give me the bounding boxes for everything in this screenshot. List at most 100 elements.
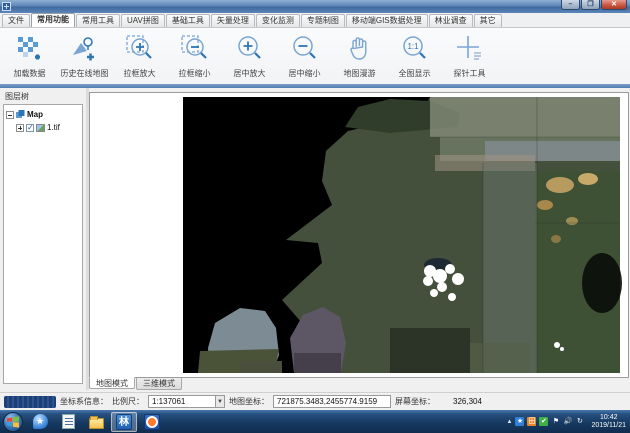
taskbar-app-explorer[interactable] — [83, 412, 109, 432]
tray-sync-icon[interactable]: ↻ — [575, 417, 584, 426]
box-zoom-in-button[interactable]: 拉框放大 — [112, 30, 167, 83]
ribbon-tab-bar: 文件 常用功能 常用工具 UAV拼图 基础工具 矢量处理 变化监测 专题制图 移… — [0, 13, 630, 28]
tool-label: 拉框放大 — [124, 68, 156, 79]
tab-forestry-survey[interactable]: 林业调查 — [429, 14, 473, 27]
load-data-icon — [13, 32, 47, 66]
box-zoom-out-button[interactable]: 拉框缩小 — [167, 30, 222, 83]
load-data-button[interactable]: 加载数据 — [2, 30, 57, 83]
taskbar-app-forestry-gis[interactable]: 林 — [111, 412, 137, 432]
tab-mobile-gis-data[interactable]: 移动端GIS数据处理 — [346, 14, 428, 27]
tab-file[interactable]: 文件 — [2, 14, 30, 27]
screen-coord-value: 326,304 — [453, 397, 482, 406]
screen: – ❐ ✕ 文件 常用功能 常用工具 UAV拼图 基础工具 矢量处理 变化监测 … — [0, 0, 630, 433]
tool-label: 加载数据 — [14, 68, 46, 79]
center-zoom-in-icon — [233, 32, 267, 66]
full-extent-icon: 1:1 — [398, 32, 432, 66]
tool-label: 地图漫游 — [344, 68, 376, 79]
probe-tool-icon — [453, 32, 487, 66]
taskbar-clock[interactable]: 10:42 2019/11/21 — [587, 414, 626, 430]
tree-node-label[interactable]: 1.tif — [47, 123, 60, 132]
tool-label: 拉框缩小 — [179, 68, 211, 79]
folder-icon — [89, 418, 104, 429]
center-zoom-out-icon — [288, 32, 322, 66]
toolbar: 加载数据 历史在线地图 拉框 — [0, 28, 630, 84]
tool-label: 探针工具 — [454, 68, 486, 79]
expand-icon[interactable] — [16, 124, 24, 132]
map-coord-value: 721875.3483,2455774.9159 — [273, 395, 391, 408]
tree-node-layer[interactable]: 1.tif — [16, 122, 80, 133]
box-zoom-out-icon — [178, 32, 212, 66]
star-bubble-icon: ★ — [33, 414, 48, 429]
taskbar-app-notepad[interactable] — [55, 412, 81, 432]
tool-label: 历史在线地图 — [61, 68, 109, 79]
svg-text:1:1: 1:1 — [407, 42, 419, 51]
status-progress-blob — [4, 396, 56, 408]
tab-3d-mode[interactable]: 三维模式 — [136, 378, 182, 390]
map-canvas[interactable] — [89, 92, 629, 378]
tab-uav-mosaic[interactable]: UAV拼图 — [121, 14, 165, 27]
tab-vector-processing[interactable]: 矢量处理 — [211, 14, 255, 27]
tool-label: 居中放大 — [234, 68, 266, 79]
clock-date: 2019/11/21 — [591, 422, 626, 430]
tab-basic-tools[interactable]: 基础工具 — [166, 14, 210, 27]
scale-dropdown-arrow[interactable]: ▼ — [216, 395, 225, 408]
map-coord-label: 地图坐标： — [229, 396, 269, 407]
titlebar: – ❐ ✕ — [0, 0, 630, 13]
tray-volume-icon[interactable]: 🔊 — [563, 417, 572, 426]
minimize-button[interactable]: – — [561, 0, 580, 10]
close-button[interactable]: ✕ — [601, 0, 627, 10]
tree-node-map[interactable]: Map — [6, 109, 80, 120]
tray-orange-app-icon[interactable]: 田 — [527, 417, 536, 426]
tray-action-center-flag-icon[interactable]: ⚑ — [551, 417, 560, 426]
tab-change-monitoring[interactable]: 变化监测 — [256, 14, 300, 27]
layer-tree[interactable]: Map 1.tif — [3, 104, 83, 384]
tray-green-shield-icon[interactable]: ✔ — [539, 417, 548, 426]
scale-label: 比例尺： — [112, 396, 144, 407]
map-pan-button[interactable]: 地图漫游 — [332, 30, 387, 83]
probe-tool-button[interactable]: 探针工具 — [442, 30, 497, 83]
tab-other[interactable]: 其它 — [474, 14, 502, 27]
center-zoom-in-button[interactable]: 居中放大 — [222, 30, 277, 83]
box-zoom-in-icon — [123, 32, 157, 66]
document-icon — [62, 414, 75, 429]
layer-panel: 图层树 Map 1.tif — [0, 88, 86, 390]
layer-panel-title: 图层树 — [0, 88, 86, 104]
screen-coord-label: 屏幕坐标： — [395, 396, 435, 407]
collapse-icon[interactable] — [6, 111, 14, 119]
taskbar-app-messenger[interactable]: ★ — [27, 412, 53, 432]
tool-label: 全图显示 — [399, 68, 431, 79]
tray-star-icon[interactable]: ★ — [515, 417, 524, 426]
tab-thematic-mapping[interactable]: 专题制图 — [301, 14, 345, 27]
maximize-button[interactable]: ❐ — [581, 0, 600, 10]
forestry-app-icon: 林 — [116, 414, 132, 430]
system-tray: ▲ ★ 田 ✔ ⚑ 🔊 ↻ 10:42 2019/11/21 — [507, 414, 630, 430]
tab-map-mode[interactable]: 地图模式 — [89, 377, 135, 389]
window-controls: – ❐ ✕ — [561, 0, 627, 10]
center-zoom-out-button[interactable]: 居中缩小 — [277, 30, 332, 83]
clock-time: 10:42 — [591, 414, 626, 422]
layers-icon — [16, 110, 25, 119]
map-image[interactable] — [90, 93, 628, 377]
app-icon — [2, 2, 11, 11]
raster-layer-icon — [36, 124, 45, 132]
tray-expand-icon[interactable]: ▲ — [507, 419, 513, 425]
tree-node-label[interactable]: Map — [27, 110, 43, 119]
tool-label: 居中缩小 — [289, 68, 321, 79]
coord-system-label: 坐标系信息： — [60, 396, 108, 407]
history-online-map-button[interactable]: 历史在线地图 — [57, 30, 112, 83]
pan-hand-icon — [343, 32, 377, 66]
scale-input[interactable]: 1:137061 — [148, 395, 216, 408]
history-map-icon — [68, 32, 102, 66]
layer-visibility-checkbox[interactable] — [26, 124, 34, 132]
status-bar: 坐标系信息： 比例尺： 1:137061 ▼ 地图坐标： 721875.3483… — [0, 392, 630, 410]
start-button[interactable] — [3, 412, 23, 432]
windows-logo-icon — [7, 416, 19, 428]
workspace: 图层树 Map 1.tif — [0, 88, 630, 392]
full-extent-button[interactable]: 1:1 全图显示 — [387, 30, 442, 83]
tab-common-functions[interactable]: 常用功能 — [31, 13, 75, 27]
tab-common-tools[interactable]: 常用工具 — [76, 14, 120, 27]
taskbar-app-o[interactable] — [139, 412, 165, 432]
map-mode-tab-bar: 地图模式 三维模式 — [89, 378, 629, 392]
o-app-icon — [144, 414, 160, 430]
taskbar: ★ 林 ▲ ★ 田 ✔ ⚑ 🔊 ↻ 10:42 2019/11/21 — [0, 410, 630, 433]
